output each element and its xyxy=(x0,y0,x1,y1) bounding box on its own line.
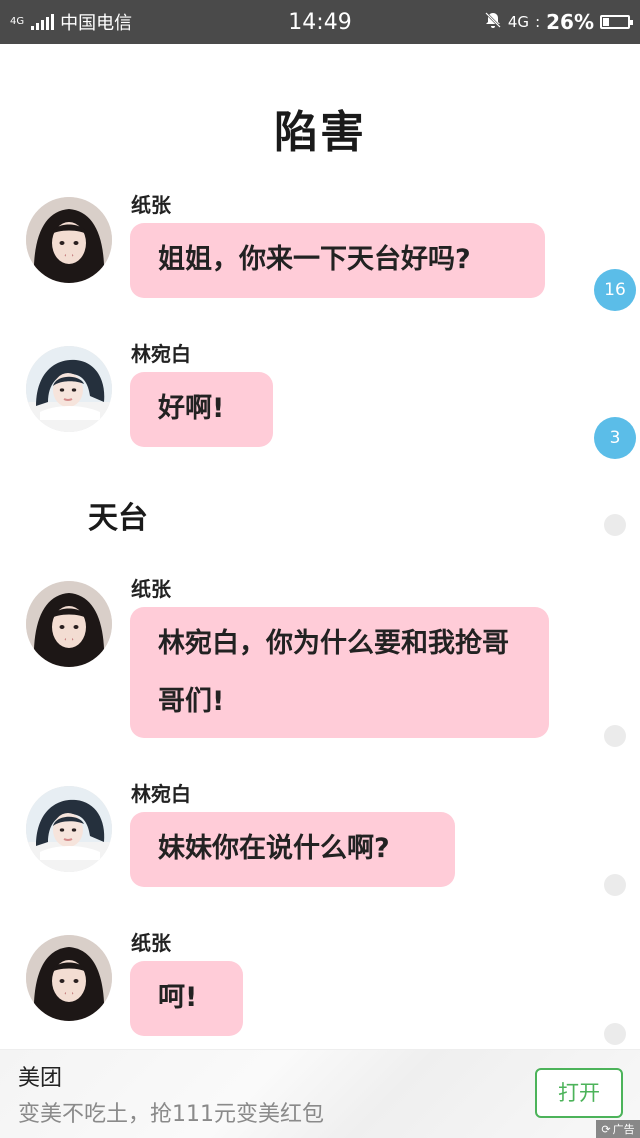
battery-icon xyxy=(600,15,633,29)
comment-dot[interactable] xyxy=(604,1023,626,1045)
avatar-zhizhang[interactable] xyxy=(26,935,112,1021)
avatar-zhizhang[interactable] xyxy=(26,581,112,667)
message-bubble: 姐姐，你来一下天台好吗? xyxy=(130,223,545,298)
ad-text: 变美不吃土，抢111元变美红包 xyxy=(18,1102,324,1127)
ad-tag-label: 广告 xyxy=(612,1123,635,1136)
comment-count-badge[interactable]: 16 xyxy=(594,269,636,311)
comment-dot[interactable] xyxy=(604,874,626,896)
mute-bell-icon xyxy=(484,11,502,34)
battery-fill xyxy=(603,18,609,26)
ad-refresh-icon: ⟳ xyxy=(601,1122,611,1136)
avatar-linwanbai[interactable] xyxy=(26,786,112,872)
message-bubble: 林宛白，你为什么要和我抢哥哥们! xyxy=(130,607,549,738)
speaker-name: 纸张 xyxy=(131,931,171,955)
screen: 4G 中国电信 14:49 4G : 26% 陷害 纸张 姐姐，你来一下天台好吗… xyxy=(0,0,640,1138)
speaker-name: 林宛白 xyxy=(131,782,191,806)
avatar-linwanbai[interactable] xyxy=(26,346,112,432)
carrier-name: 中国电信 xyxy=(60,13,133,34)
scene-label: 天台 xyxy=(88,501,148,536)
comment-count-badge[interactable]: 3 xyxy=(594,417,636,459)
status-right: 4G : 26% xyxy=(484,10,633,34)
data-label: 4G xyxy=(507,13,530,31)
signal-icon xyxy=(31,14,55,30)
speaker-name: 林宛白 xyxy=(131,342,191,366)
status-left: 4G 中国电信 xyxy=(10,9,132,35)
network-type: 4G xyxy=(10,16,25,27)
message-bubble: 好啊! xyxy=(130,372,273,447)
message-bubble: 妹妹你在说什么啊? xyxy=(130,812,455,887)
avatar-zhizhang[interactable] xyxy=(26,197,112,283)
ad-brand: 美团 xyxy=(18,1066,63,1091)
comment-dot[interactable] xyxy=(604,514,626,536)
ad-banner[interactable]: 美团 变美不吃土，抢111元变美红包 打开 ⟳ 广告 xyxy=(0,1049,640,1138)
ad-open-button[interactable]: 打开 xyxy=(535,1068,623,1118)
comment-dot[interactable] xyxy=(604,725,626,747)
ad-tag[interactable]: ⟳ 广告 xyxy=(596,1120,640,1138)
story-title: 陷害 xyxy=(274,107,366,158)
data-dot: : xyxy=(535,13,541,31)
battery-percent: 26% xyxy=(546,10,594,34)
speaker-name: 纸张 xyxy=(131,193,171,217)
message-bubble: 呵! xyxy=(130,961,243,1036)
status-bar: 4G 中国电信 14:49 4G : 26% xyxy=(0,0,640,44)
speaker-name: 纸张 xyxy=(131,577,171,601)
